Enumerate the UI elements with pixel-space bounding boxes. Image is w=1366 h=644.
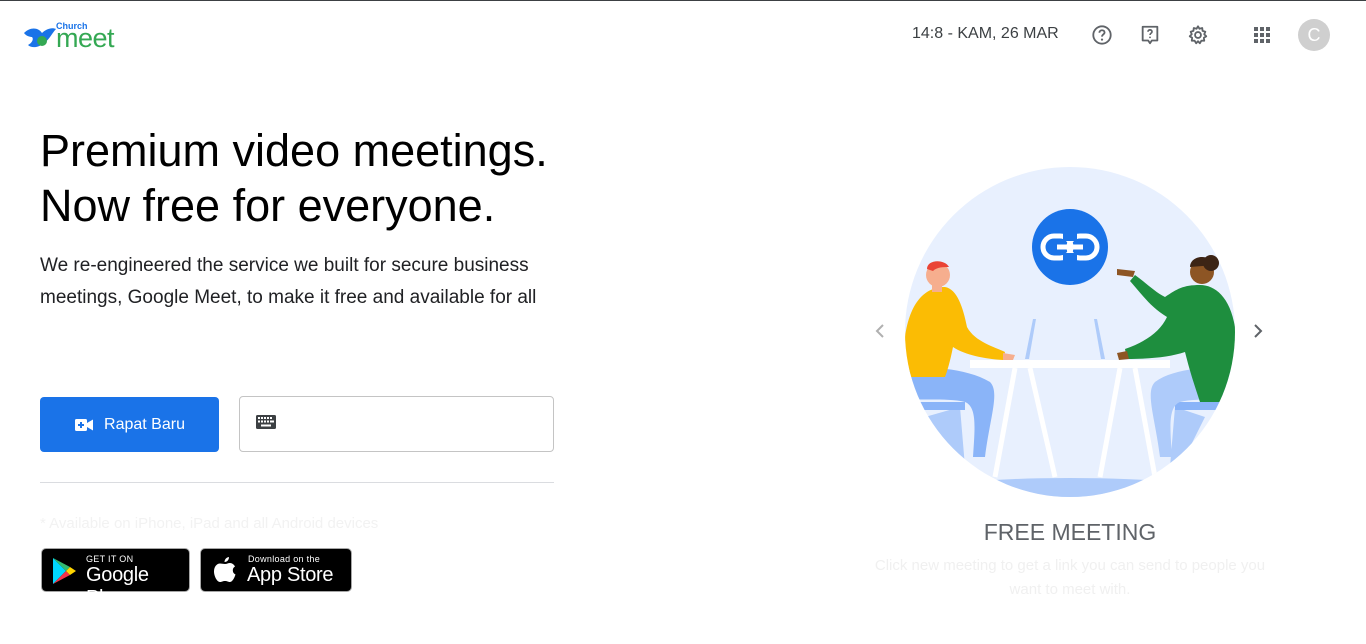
new-meeting-button[interactable]: Rapat Baru <box>40 397 219 452</box>
datetime: 14:8 - KAM, 26 MAR <box>912 25 1059 42</box>
google-play-icon <box>53 558 76 584</box>
chevron-right-icon <box>1254 324 1263 338</box>
keyboard-icon <box>256 415 276 429</box>
feedback-icon[interactable] <box>1138 23 1162 47</box>
meeting-illustration <box>905 167 1235 497</box>
meeting-code-field[interactable] <box>239 396 554 452</box>
carousel-next-button[interactable] <box>1248 321 1268 341</box>
divider <box>40 482 554 483</box>
account-avatar[interactable]: C <box>1298 19 1330 51</box>
carousel-description: Click new meeting to get a link you can … <box>874 557 1266 598</box>
new-meeting-label: Rapat Baru <box>104 415 185 433</box>
video-add-icon <box>75 418 94 431</box>
availability-note: * Available on iPhone, iPad and all Andr… <box>40 515 379 532</box>
apps-grid-icon[interactable] <box>1250 23 1274 47</box>
carousel-prev-button[interactable] <box>870 321 890 341</box>
app-store-small-text: Download on the <box>248 554 321 564</box>
headline-line-1: Premium video meetings. <box>40 125 548 176</box>
app-store-badge[interactable]: Download on the App Store <box>200 548 352 592</box>
page-headline: Premium video meetings. Now free for eve… <box>40 123 600 233</box>
google-play-badge[interactable]: GET IT ON Google Play <box>41 548 190 609</box>
church-meet-logo[interactable]: Church meet <box>22 19 132 55</box>
google-play-big-text: Google Play <box>86 564 149 609</box>
chevron-left-icon <box>875 324 884 338</box>
apple-icon <box>214 557 236 582</box>
dove-logo-icon <box>24 28 56 48</box>
carousel-title: FREE MEETING <box>983 519 1157 545</box>
hero-description: We re-engineered the service we built fo… <box>40 255 537 308</box>
app-store-big-text: App Store <box>247 564 334 586</box>
headline-line-2: Now free for everyone. <box>40 180 496 231</box>
meeting-code-input[interactable] <box>288 407 547 443</box>
settings-icon[interactable] <box>1186 23 1210 47</box>
help-icon[interactable] <box>1090 23 1114 47</box>
google-play-small-text: GET IT ON <box>86 554 134 564</box>
logo-big-text: meet <box>56 23 115 53</box>
